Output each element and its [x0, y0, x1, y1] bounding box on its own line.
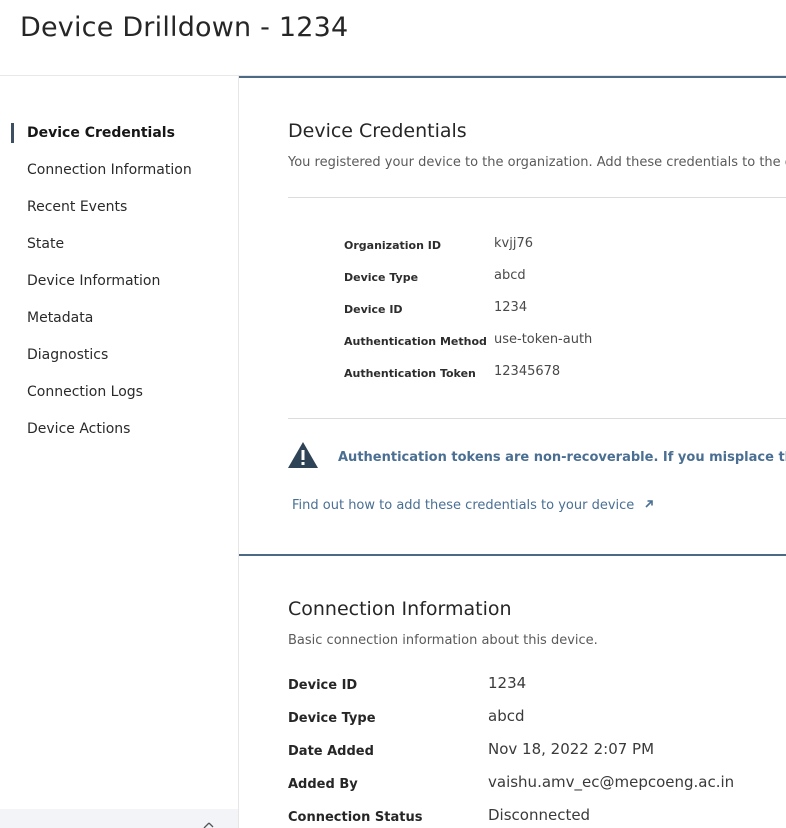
connection-information-card: Connection Information Basic connection …: [239, 554, 786, 828]
conn-device-type-label: Device Type: [288, 711, 376, 726]
device-drilldown-page: Device Drilldown - 1234 Device Credentia…: [0, 0, 786, 828]
authentication-token-value: 12345678: [494, 364, 561, 379]
conn-status-label: Connection Status: [288, 810, 423, 825]
credentials-divider-top: [288, 197, 786, 198]
conn-added-by-label: Added By: [288, 777, 358, 792]
credentials-divider-bottom: [288, 418, 786, 419]
sidebar-item-recent-events[interactable]: Recent Events: [27, 199, 127, 215]
arrow-up-right-icon: [644, 498, 654, 513]
page-title: Device Drilldown - 1234: [20, 12, 349, 43]
active-item-indicator: [11, 123, 14, 143]
add-credentials-help-link-label: Find out how to add these credentials to…: [292, 498, 635, 513]
sidebar-item-metadata[interactable]: Metadata: [27, 310, 93, 326]
organization-id-label: Organization ID: [344, 239, 441, 252]
device-id-label: Device ID: [344, 303, 403, 316]
connection-description: Basic connection information about this …: [288, 633, 598, 648]
chevron-icon[interactable]: [201, 819, 215, 828]
conn-device-type-value: abcd: [488, 707, 525, 725]
authentication-token-label: Authentication Token: [344, 367, 476, 380]
device-id-value: 1234: [494, 300, 528, 315]
conn-date-added-value: Nov 18, 2022 2:07 PM: [488, 740, 655, 758]
sidebar-item-device-information[interactable]: Device Information: [27, 273, 160, 289]
conn-date-added-label: Date Added: [288, 744, 374, 759]
main-content: Device Credentials You registered your d…: [238, 76, 786, 828]
conn-status-value: Disconnected: [488, 806, 591, 824]
connection-title: Connection Information: [288, 598, 512, 620]
warning-icon: [287, 441, 319, 469]
token-warning-text: Authentication tokens are non-recoverabl…: [338, 450, 786, 465]
credentials-description: You registered your device to the organi…: [288, 155, 786, 170]
sidebar-footer: [0, 809, 238, 828]
sidebar-item-state[interactable]: State: [27, 236, 64, 252]
credentials-title: Device Credentials: [288, 120, 467, 142]
device-type-label: Device Type: [344, 271, 419, 284]
conn-device-id-value: 1234: [488, 674, 527, 692]
sidebar-item-device-actions[interactable]: Device Actions: [27, 421, 130, 437]
authentication-method-value: use-token-auth: [494, 332, 593, 347]
sidebar-item-connection-logs[interactable]: Connection Logs: [27, 384, 143, 400]
authentication-method-label: Authentication Method: [344, 335, 487, 348]
organization-id-value: kvjj76: [494, 236, 533, 251]
sidebar-item-diagnostics[interactable]: Diagnostics: [27, 347, 108, 363]
sidebar-item-connection-information[interactable]: Connection Information: [27, 162, 192, 178]
sidebar-item-device-credentials[interactable]: Device Credentials: [27, 125, 175, 141]
device-type-value: abcd: [494, 268, 526, 283]
add-credentials-help-link[interactable]: Find out how to add these credentials to…: [292, 498, 654, 513]
conn-device-id-label: Device ID: [288, 678, 358, 693]
device-credentials-card: Device Credentials You registered your d…: [239, 76, 786, 556]
conn-added-by-value: vaishu.amv_ec@mepcoeng.ac.in: [488, 773, 735, 791]
sidebar-nav: Device Credentials Connection Informatio…: [0, 76, 238, 828]
